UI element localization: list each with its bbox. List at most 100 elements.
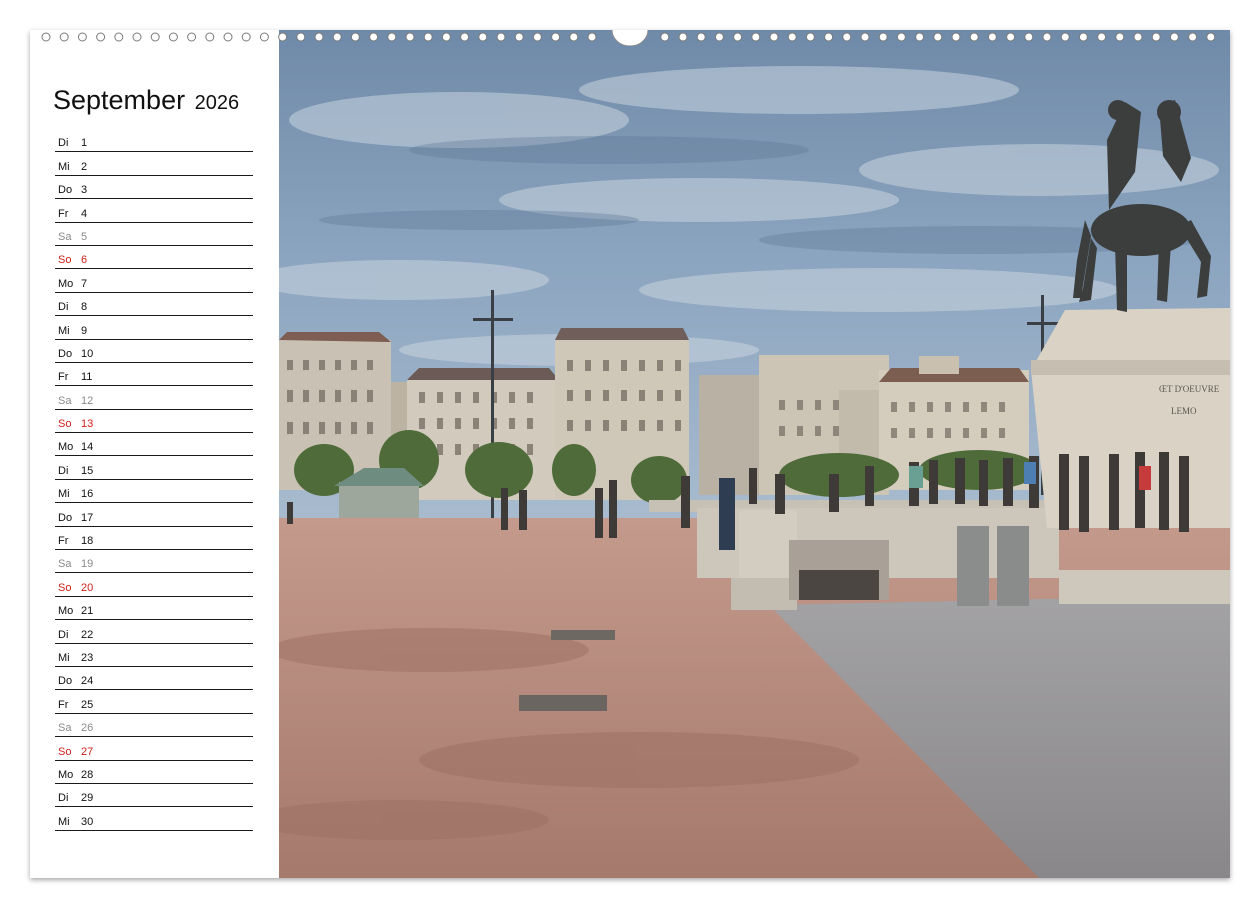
day-number: 9 [81,324,88,337]
day-row: Mi 30 [55,807,253,831]
day-row: So 13 [55,410,253,434]
day-row: Fr 25 [55,690,253,714]
day-row: Mo 21 [55,597,253,621]
calendar-page: September 2026 Di 1 Mi 2 Do 3 Fr 4 Sa 5 So 6 Mo 7 Di 8 M… [30,30,1230,878]
binding-ring [569,32,579,42]
binding-ring [1060,32,1070,42]
day-list: Di 1 Mi 2 Do 3 Fr 4 Sa 5 So 6 Mo 7 Di 8 Mi 9 Do 10 Fr 11 Sa 12 S… [55,129,253,831]
binding-ring [824,32,834,42]
binding-ring [314,32,324,42]
weekday-abbr: Di [58,464,69,477]
binding-ring [114,32,124,42]
binding-ring [223,32,233,42]
day-row: Sa 5 [55,223,253,246]
day-row: So 27 [55,737,253,761]
day-row: Di 1 [55,129,253,153]
inscription-line-2: LEMO [1171,406,1197,416]
day-row: Mi 2 [55,152,253,176]
binding-ring [1042,32,1052,42]
calendar-panel: September 2026 Di 1 Mi 2 Do 3 Fr 4 Sa 5 So 6 Mo 7 Di 8 M… [30,30,278,878]
inscription-line-1: ŒT D'OEUVRE [1159,384,1220,394]
weekday-abbr: Di [58,628,69,641]
day-number: 7 [81,277,88,290]
binding-ring [1097,32,1107,42]
day-row: Do 17 [55,503,253,527]
weekday-abbr: Mi [58,488,70,501]
weekday-abbr: Mi [58,815,70,828]
weekday-abbr: Fr [58,698,69,711]
weekday-abbr: Fr [58,535,69,548]
weekday-abbr: Fr [58,207,69,220]
day-number: 4 [81,207,88,220]
day-number: 15 [81,464,94,477]
binding-ring [842,32,852,42]
day-number: 1 [81,137,88,150]
day-number: 26 [81,722,94,735]
day-number: 5 [81,230,88,243]
binding-ring [969,32,979,42]
day-number: 12 [81,394,94,407]
day-number: 23 [81,651,94,664]
month-title: September 2026 [53,85,239,116]
day-number: 8 [81,301,88,314]
weekday-abbr: Mo [58,768,74,781]
binding-ring [332,32,342,42]
day-row: Sa 12 [55,386,253,410]
weekday-abbr: So [58,254,72,267]
day-number: 11 [81,371,93,384]
binding-ring [678,32,688,42]
day-row: Fr 4 [55,199,253,223]
day-number: 22 [81,628,94,641]
day-number: 20 [81,581,94,594]
day-number: 29 [81,792,94,805]
day-row: So 20 [55,573,253,597]
day-row: Mi 16 [55,480,253,504]
binding-ring [150,32,160,42]
weekday-abbr: Mo [58,605,74,618]
day-number: 16 [81,488,94,501]
weekday-abbr: Di [58,792,69,805]
binding-ring [915,32,925,42]
binding-ring [59,32,69,42]
weekday-abbr: Di [58,301,69,314]
weekday-abbr: So [58,418,72,431]
day-row: Do 3 [55,176,253,200]
binding-ring [168,32,178,42]
day-number: 17 [81,511,94,524]
binding-ring [405,32,415,42]
binding-ring [77,32,87,42]
binding-ring [1206,32,1216,42]
weekday-abbr: Do [58,511,73,524]
day-row: So 6 [55,246,253,270]
binding-ring [805,32,815,42]
binding-ring [241,32,251,42]
day-number: 14 [81,441,94,454]
day-row: Di 8 [55,293,253,317]
binding-ring [41,32,51,42]
day-number: 6 [81,254,88,267]
weekday-abbr: Mo [58,441,74,454]
binding-ring [1151,32,1161,42]
binding-ring [787,32,797,42]
binding-ring [551,32,561,42]
day-number: 19 [81,558,94,571]
weekday-abbr: Di [58,137,69,150]
binding-ring [514,32,524,42]
binding-ring [660,32,670,42]
binding-ring [423,32,433,42]
year-label: 2026 [194,92,240,114]
binding-ring [1115,32,1125,42]
day-number: 30 [81,815,94,828]
binding-ring [278,32,288,42]
binding-ring [733,32,743,42]
weekday-abbr: So [58,745,72,758]
binding-ring [132,32,142,42]
day-row: Do 10 [55,340,253,363]
binding-ring [1078,32,1088,42]
day-row: Di 15 [55,456,253,480]
binding-ring [987,32,997,42]
binding-ring [1133,32,1143,42]
day-row: Sa 19 [55,550,253,574]
weekday-abbr: Sa [58,230,72,243]
day-row: Di 22 [55,620,253,644]
